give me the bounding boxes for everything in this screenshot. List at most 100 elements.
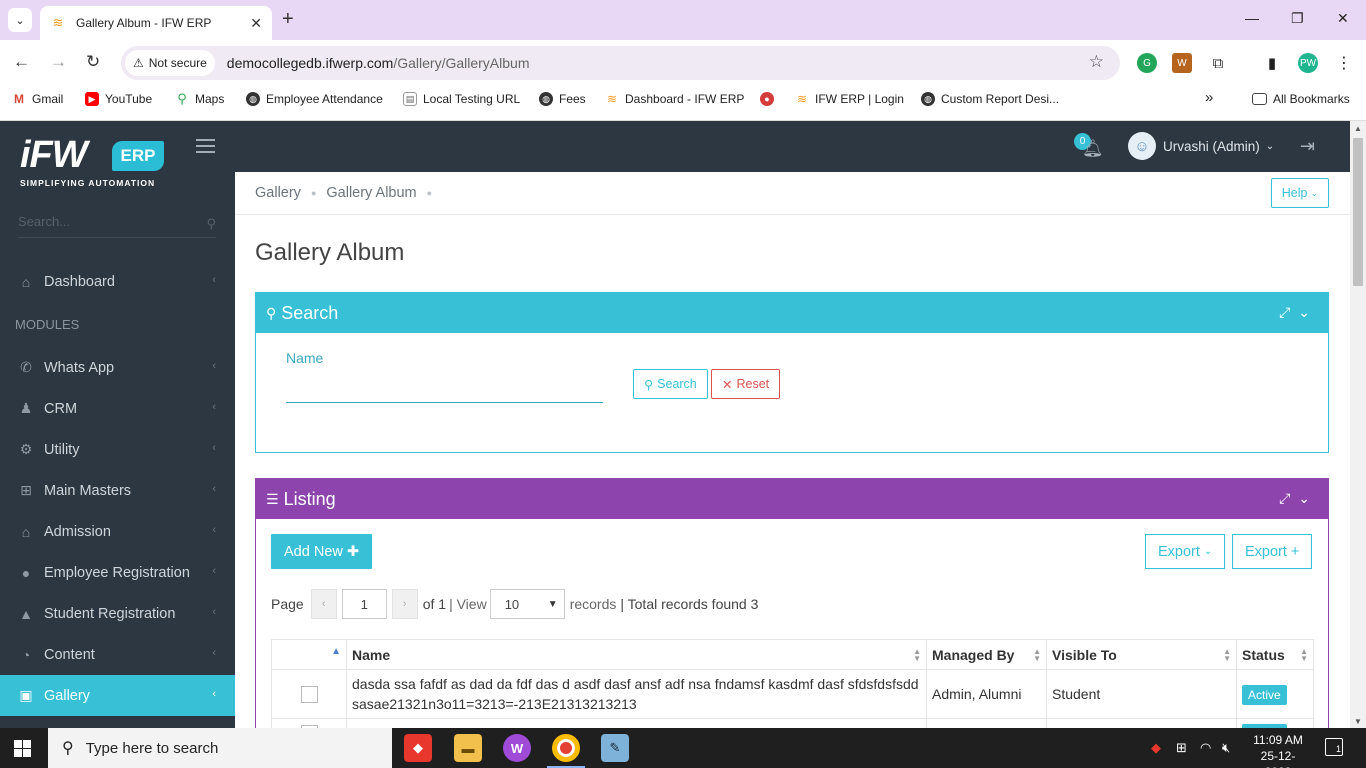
tab-search-button[interactable]: ⌄ [8, 8, 32, 32]
prev-page-button[interactable]: ‹ [310, 589, 337, 619]
breadcrumb-item[interactable]: Gallery [255, 185, 301, 201]
column-header-status[interactable]: Status ▲ ▼ [1236, 639, 1314, 670]
bookmark-fees[interactable]: ◍ Fees [539, 92, 586, 106]
bookmark-custom-report[interactable]: ◍ Custom Report Desi... [921, 92, 1059, 106]
help-button[interactable]: Help ⌄ [1270, 178, 1329, 208]
sidebar-item-whatsapp[interactable]: ✆ Whats App ‹ [0, 347, 235, 388]
sidebar-item-student-registration[interactable]: ▲ Student Registration ‹ [0, 593, 235, 634]
logout-icon[interactable]: ⇥ [1300, 136, 1315, 157]
anydesk-tray-icon[interactable]: ◆ [1151, 740, 1161, 756]
bell-icon[interactable]: 🔔︎ [1082, 139, 1104, 159]
close-window-icon[interactable]: ✕ [1337, 10, 1349, 27]
bookmark-employee-attendance[interactable]: ◍ Employee Attendance [246, 92, 383, 106]
windows-start-icon[interactable] [14, 740, 31, 757]
profile-avatar-icon[interactable]: PW [1298, 53, 1318, 73]
table-header-row: ▲ Name ▲ ▼ Managed By ▲ ▼ Visible To ▲ ▼ Statu… [271, 639, 1314, 670]
add-new-button[interactable]: Add New ✚ [271, 534, 372, 569]
sidebar: iFW ERP SIMPLIFYING AUTOMATION Search...… [0, 121, 243, 729]
bookmark-ifw-login[interactable]: ≋ IFW ERP | Login [795, 92, 904, 106]
sidebar-item-gallery[interactable]: ▣ Gallery ‹ [0, 675, 243, 716]
name-field[interactable] [286, 373, 603, 403]
column-header-visible-to[interactable]: Visible To ▲ ▼ [1046, 639, 1237, 670]
expand-icon[interactable]: ⤢ [1279, 304, 1298, 320]
collapse-chevron-icon[interactable]: ⌄ [1298, 490, 1318, 506]
taskbar-search-box[interactable]: ⚲ Type here to search [48, 728, 392, 768]
sidebar-item-crm[interactable]: ♟ CRM ‹ [0, 388, 235, 429]
hamburger-menu-icon[interactable] [196, 139, 215, 157]
new-tab-button[interactable]: + [282, 9, 294, 29]
table-row[interactable]: dasda ssa fafdf as dad da fdf das d asdf… [271, 669, 1314, 719]
omnibox[interactable]: ⚠ Not secure democollegedb.ifwerp.com/Gal… [121, 46, 1120, 80]
page-scrollbar[interactable]: ▲ ▼ [1350, 121, 1366, 729]
extension-icon[interactable]: W [1172, 53, 1192, 73]
export-dropdown-button[interactable]: Export ⌄ [1145, 534, 1226, 569]
sidebar-item-utility[interactable]: ⚙ Utility ‹ [0, 429, 235, 470]
windows-taskbar: ⚲ Type here to search ◆ ▬ W ✎ ◆ ⊞ ◠ 🔇︎ 11… [0, 728, 1366, 768]
bookmark-local-testing[interactable]: ▤ Local Testing URL [403, 92, 520, 106]
user-name: Urvashi (Admin) [1163, 138, 1260, 154]
reset-button[interactable]: ✕ Reset [711, 369, 781, 399]
notepad-app-icon[interactable]: ✎ [601, 734, 629, 762]
column-header-managed-by[interactable]: Managed By ▲ ▼ [926, 639, 1047, 670]
puzzle-extensions-icon[interactable]: ⧉ [1208, 53, 1228, 73]
chevron-left-icon: ‹ [212, 606, 216, 618]
search-button[interactable]: ⚲ Search [633, 369, 708, 399]
address-bar-row: ← → ↻ ⚠ Not secure democollegedb.ifwerp.c… [0, 40, 1366, 86]
sidebar-item-dashboard[interactable]: ⌂ Dashboard ‹ [0, 261, 235, 302]
records-per-page-select[interactable]: 10 ▼ [489, 589, 565, 619]
close-tab-icon[interactable]: ✕ [250, 15, 262, 32]
column-header-name[interactable]: Name ▲ ▼ [346, 639, 927, 670]
ifw-erp-logo[interactable]: iFW ERP SIMPLIFYING AUTOMATION [20, 133, 170, 189]
chevron-left-icon: ‹ [212, 483, 216, 495]
wps-office-icon[interactable]: W [503, 734, 531, 762]
security-chip[interactable]: ⚠ Not secure [125, 50, 215, 76]
export-plus-button[interactable]: Export + [1232, 534, 1313, 569]
url-text: democollegedb.ifwerp.com/Gallery/Gallery… [227, 55, 530, 71]
scroll-down-icon[interactable]: ▼ [1354, 717, 1362, 726]
network-tray-icon[interactable]: ⊞ [1176, 740, 1187, 756]
scroll-up-icon[interactable]: ▲ [1354, 124, 1362, 133]
more-bookmarks-chevron[interactable]: » [1205, 89, 1213, 106]
row-checkbox[interactable] [300, 685, 318, 703]
page-input[interactable]: 1 [341, 589, 387, 619]
back-icon[interactable]: ← [13, 52, 30, 72]
search-panel: ⚲ Search ⤢⌄ Name ⚲ Search ✕ Reset [255, 292, 1329, 453]
bookmark-gmail[interactable]: M Gmail [12, 92, 63, 106]
minimize-icon[interactable]: — [1245, 10, 1259, 26]
sidebar-search-input[interactable]: Search... ⚲ [18, 214, 216, 238]
chrome-menu-icon[interactable]: ⋮ [1334, 53, 1354, 73]
forward-icon[interactable]: → [50, 52, 67, 72]
sidebar-item-employee-registration[interactable]: ● Employee Registration ‹ [0, 552, 235, 593]
bookmark-icon-only[interactable]: ● [760, 92, 780, 106]
side-panel-icon[interactable]: ▮ [1262, 53, 1282, 73]
collapse-chevron-icon[interactable]: ⌄ [1298, 304, 1318, 320]
sidebar-item-content[interactable]: ◔ Content ‹ [0, 634, 235, 675]
all-bookmarks[interactable]: All Bookmarks [1252, 92, 1350, 106]
grammarly-extension-icon[interactable]: G [1137, 53, 1157, 73]
expand-icon[interactable]: ⤢ [1279, 490, 1298, 506]
sidebar-item-admission[interactable]: ⌂ Admission ‹ [0, 511, 235, 552]
breadcrumb-item[interactable]: Gallery Album [326, 185, 416, 201]
bookmark-maps[interactable]: ⚲ Maps [175, 91, 224, 106]
sidebar-item-main-masters[interactable]: ⊞ Main Masters ‹ [0, 470, 235, 511]
chrome-app-icon[interactable] [552, 734, 580, 762]
anydesk-app-icon[interactable]: ◆ [404, 734, 432, 762]
next-page-button[interactable]: › [391, 589, 418, 619]
bookmark-youtube[interactable]: ▶ YouTube [85, 92, 152, 106]
bookmark-dashboard[interactable]: ≋ Dashboard - IFW ERP [605, 92, 744, 106]
times-icon: ✕ [722, 377, 733, 392]
notification-center-icon[interactable]: 1 [1325, 738, 1343, 756]
file-explorer-icon[interactable]: ▬ [454, 734, 482, 762]
volume-muted-icon[interactable]: 🔇︎ [1222, 740, 1230, 756]
wifi-icon[interactable]: ◠ [1200, 740, 1211, 756]
select-column-header[interactable]: ▲ [271, 639, 347, 670]
user-menu[interactable]: ☺ Urvashi (Admin) ⌄ [1128, 132, 1274, 160]
view-label: | View [449, 596, 487, 612]
reload-icon[interactable]: ↻ [86, 52, 100, 72]
scrollbar-thumb[interactable] [1353, 138, 1363, 286]
bookmark-star-icon[interactable]: ☆ [1089, 52, 1104, 72]
restore-icon[interactable]: ❐ [1291, 10, 1304, 27]
taskbar-clock[interactable]: 11:09 AM 25-12-2023 [1248, 732, 1308, 768]
browser-tab[interactable]: ≋ Gallery Album - IFW ERP ✕ [40, 6, 272, 40]
chevron-left-icon: ‹ [212, 565, 216, 577]
